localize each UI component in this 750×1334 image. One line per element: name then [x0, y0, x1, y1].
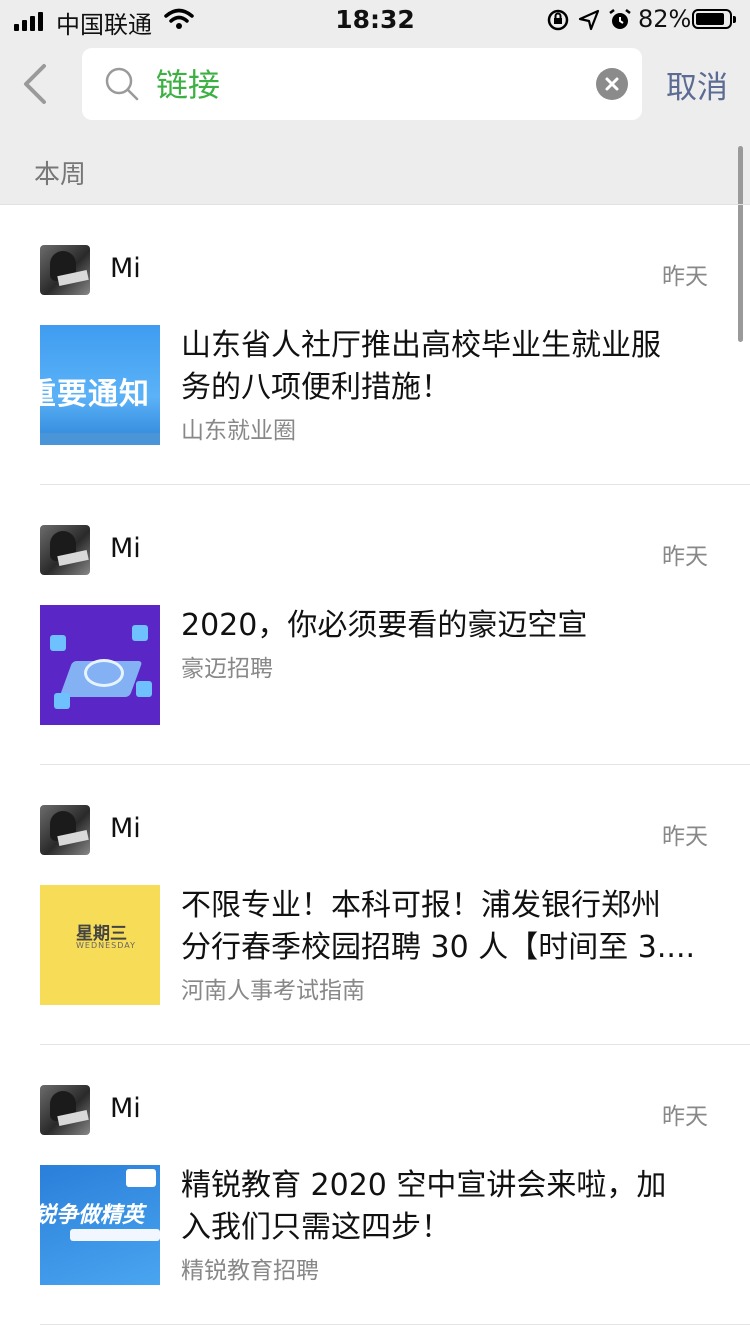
- thumbnail-text: 重要通知: [40, 377, 150, 412]
- article-title-line: 精锐教育 2020 空中宣讲会来啦，加: [181, 1168, 667, 1203]
- thumbnail-text: 锐争做精英: [40, 1203, 145, 1228]
- section-header: 本周: [34, 160, 87, 190]
- search-box[interactable]: [82, 48, 642, 120]
- article-source: 豪迈招聘: [181, 656, 273, 682]
- article-title: 精锐教育 2020 空中宣讲会来啦，加 入我们只需这四步！: [181, 1165, 711, 1249]
- avatar: [40, 1085, 90, 1135]
- status-icons: [546, 8, 632, 32]
- sender-name: Mi: [110, 253, 141, 284]
- list-item[interactable]: Mi 昨天 锐争做精英 精锐教育 2020 空中宣讲会来啦，加 入我们只需这四步…: [0, 1045, 750, 1325]
- article-source: 山东就业圈: [181, 418, 296, 444]
- close-icon: [605, 77, 619, 91]
- article-title: 不限专业！本科可报！浦发银行郑州 分行春季校园招聘 30 人【时间至 3....: [181, 885, 711, 969]
- item-date: 昨天: [662, 824, 708, 850]
- avatar: [40, 245, 90, 295]
- article-title: 山东省人社厅推出高校毕业生就业服 务的八项便利措施！: [181, 325, 711, 409]
- sender-name: Mi: [110, 813, 141, 844]
- results-list: Mi 昨天 重要通知 山东省人社厅推出高校毕业生就业服 务的八项便利措施！ 山东…: [0, 204, 750, 1325]
- clear-search-button[interactable]: [596, 68, 628, 100]
- article-title-line: 分行春季校园招聘 30 人【时间至 3....: [181, 930, 696, 965]
- alarm-icon: [609, 9, 631, 29]
- search-icon: [105, 67, 139, 101]
- article-thumbnail: 星期三 WEDNESDAY: [40, 885, 160, 1005]
- sender-name: Mi: [110, 533, 141, 564]
- search-header: 中国联通 18:32 82% 链接 取消 本周: [0, 0, 750, 204]
- search-input[interactable]: [156, 60, 576, 106]
- thumbnail-subtext: WEDNESDAY: [76, 941, 136, 950]
- article-thumbnail: 锐争做精英: [40, 1165, 160, 1285]
- item-date: 昨天: [662, 1104, 708, 1130]
- battery-percent: 82%: [638, 5, 692, 33]
- location-icon: [578, 9, 600, 31]
- item-date: 昨天: [662, 264, 708, 290]
- item-date: 昨天: [662, 544, 708, 570]
- back-chevron-icon[interactable]: [18, 62, 54, 106]
- battery-icon: [692, 9, 736, 29]
- article-thumbnail: [40, 605, 160, 725]
- list-item[interactable]: Mi 昨天 2020，你必须要看的豪迈空宣 豪迈招聘: [0, 485, 750, 765]
- article-title-line: 山东省人社厅推出高校毕业生就业服: [181, 328, 661, 363]
- sender-name: Mi: [110, 1093, 141, 1124]
- list-item[interactable]: Mi 昨天 星期三 WEDNESDAY 不限专业！本科可报！浦发银行郑州 分行春…: [0, 765, 750, 1045]
- article-title-line: 入我们只需这四步！: [181, 1210, 451, 1245]
- article-title: 2020，你必须要看的豪迈空宣: [181, 605, 711, 647]
- article-title-line: 务的八项便利措施！: [181, 370, 451, 405]
- list-item[interactable]: Mi 昨天 重要通知 山东省人社厅推出高校毕业生就业服 务的八项便利措施！ 山东…: [0, 205, 750, 485]
- rotation-lock-icon: [547, 9, 569, 31]
- article-source: 河南人事考试指南: [181, 978, 365, 1004]
- article-title-line: 2020，你必须要看的豪迈空宣: [181, 608, 588, 643]
- article-source: 精锐教育招聘: [181, 1258, 319, 1284]
- article-thumbnail: 重要通知: [40, 325, 160, 445]
- article-title-line: 不限专业！本科可报！浦发银行郑州: [181, 888, 661, 923]
- avatar: [40, 805, 90, 855]
- divider: [40, 1324, 750, 1325]
- cancel-button[interactable]: 取消: [666, 62, 728, 107]
- status-bar: 中国联通 18:32 82%: [0, 0, 750, 40]
- avatar: [40, 525, 90, 575]
